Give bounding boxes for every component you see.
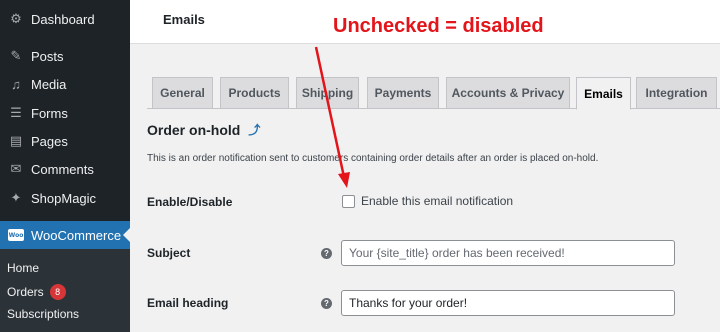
orders-count-badge: 8 [49,284,66,300]
submenu-item-label: Home [7,261,40,275]
admin-sidebar: ⚙ Dashboard ✎ Posts ♫ Media ☰ Forms ▤ Pa… [0,0,130,332]
submenu-item-subscriptions[interactable]: Subscriptions [7,307,79,321]
sidebar-item-label: Dashboard [31,11,95,27]
sidebar-item-label: Media [31,76,67,92]
dashboard-icon: ⚙ [10,11,22,26]
sidebar-item-forms[interactable]: ☰ Forms [0,99,130,127]
subject-input[interactable] [341,240,675,266]
submenu-item-orders[interactable]: Orders 8 [7,284,66,300]
submenu-item-label: Subscriptions [7,307,80,321]
sidebar-item-comments[interactable]: ✉ Comments [0,155,130,183]
media-icon: ♫ [11,76,21,92]
pin-icon: ✎ [10,48,22,63]
sidebar-item-label: Comments [31,161,94,177]
pages-icon: ▤ [9,133,23,148]
tab-payments[interactable]: Payments [367,77,439,109]
page-title: Emails [163,12,205,27]
section-description: This is an order notification sent to cu… [147,153,599,164]
help-icon[interactable]: ? [321,298,332,309]
section-title-text: Order on-hold [147,121,241,138]
sidebar-item-woocommerce[interactable]: Woo WooCommerce [0,221,130,249]
sidebar-item-label: Pages [31,133,68,149]
email-heading-label: Email heading [147,296,229,310]
sidebar-item-dashboard[interactable]: ⚙ Dashboard [0,5,130,33]
sidebar-item-shopmagic[interactable]: ✦ ShopMagic [0,184,130,212]
sidebar-item-posts[interactable]: ✎ Posts [0,42,130,70]
active-indicator [123,228,130,242]
email-heading-input[interactable] [341,290,675,316]
tab-integration[interactable]: Integration [636,77,717,109]
annotation-text: Unchecked = disabled [333,15,544,37]
help-icon[interactable]: ? [321,248,332,259]
sidebar-item-label: Posts [31,48,64,64]
sidebar-item-label: ShopMagic [31,190,97,206]
woocommerce-icon: Woo [6,225,26,245]
tab-products[interactable]: Products [220,77,289,109]
sidebar-item-media[interactable]: ♫ Media [0,70,130,98]
subject-label: Subject [147,246,191,260]
submenu-item-label: Orders [7,285,44,299]
tab-general[interactable]: General [152,77,213,109]
forms-icon: ☰ [10,105,22,120]
comment-icon: ✉ [10,161,22,176]
tab-shipping[interactable]: Shipping [296,77,359,109]
enable-disable-label: Enable/Disable [147,195,233,209]
sidebar-item-label: Forms [31,105,68,121]
enable-notification-checkbox[interactable] [342,195,355,208]
submenu-item-home[interactable]: Home [7,261,39,275]
sidebar-item-pages[interactable]: ▤ Pages [0,127,130,155]
enable-notification-label[interactable]: Enable this email notification [361,194,513,208]
tab-emails[interactable]: Emails [576,77,631,110]
section-title: Order on-hold ⤴ [147,121,260,138]
magic-wand-icon: ✦ [10,190,22,205]
return-arrow-icon[interactable]: ⤴ [248,121,260,138]
sidebar-item-label: WooCommerce [31,227,122,243]
tab-accounts-privacy[interactable]: Accounts & Privacy [446,77,570,109]
woocommerce-submenu: Home Orders 8 Subscriptions [0,249,130,332]
